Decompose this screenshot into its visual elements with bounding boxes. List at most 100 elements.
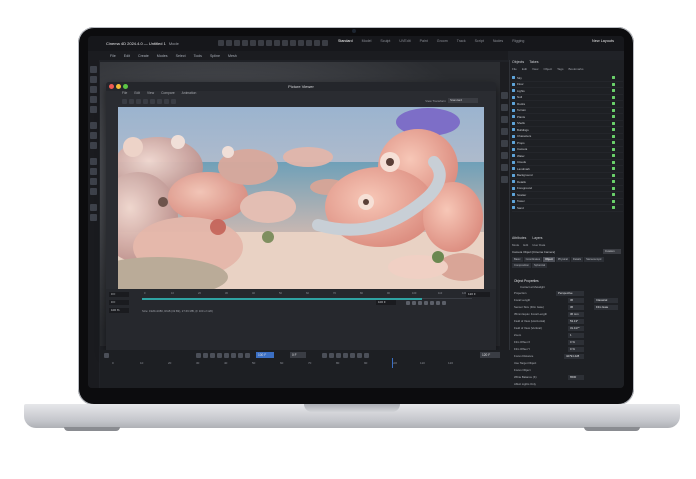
render-view-icon[interactable] xyxy=(290,40,296,46)
layout-tab-sculpt[interactable]: Sculpt xyxy=(380,39,390,43)
undo-icon[interactable] xyxy=(218,40,224,46)
end-frame-field[interactable]: 120 F xyxy=(480,352,500,358)
cube-icon[interactable] xyxy=(306,40,312,46)
cloner-icon[interactable] xyxy=(501,128,508,135)
brush-icon[interactable] xyxy=(90,168,97,175)
check-icon[interactable] xyxy=(612,167,615,171)
menu-select[interactable]: Select xyxy=(176,54,186,58)
spline-icon[interactable] xyxy=(314,40,320,46)
equiv-focal-field[interactable]: 36 mm xyxy=(568,312,584,317)
pv-play-icon[interactable] xyxy=(424,301,428,305)
menu-create[interactable]: Create xyxy=(138,54,149,58)
layout-tab-paint[interactable]: Paint xyxy=(420,39,428,43)
prev-key-icon[interactable] xyxy=(203,353,208,358)
scale-icon[interactable] xyxy=(242,40,248,46)
fov-v-field[interactable]: 31.417° xyxy=(568,326,584,331)
check-icon[interactable] xyxy=(612,199,615,203)
layout-tab-standard[interactable]: Standard xyxy=(338,39,353,43)
tab-objects[interactable]: Objects xyxy=(512,60,524,64)
check-icon[interactable] xyxy=(612,121,615,125)
subdivision-icon[interactable] xyxy=(501,116,508,123)
film-offset-y-field[interactable]: 0 % xyxy=(568,347,584,352)
position-key-icon[interactable] xyxy=(350,353,355,358)
obj-menu-bookmarks[interactable]: Bookmarks xyxy=(568,67,583,71)
deformer-icon[interactable] xyxy=(501,140,508,147)
obj-menu-object[interactable]: Object xyxy=(543,67,552,71)
obj-menu-edit[interactable]: Edit xyxy=(522,67,527,71)
axis-z-icon[interactable] xyxy=(274,40,280,46)
polygons-mode-icon[interactable] xyxy=(90,142,97,149)
next-frame-icon[interactable] xyxy=(231,353,236,358)
check-icon[interactable] xyxy=(612,154,615,158)
mode-button[interactable]: Mode xyxy=(169,41,179,46)
obj-menu-tags[interactable]: Tags xyxy=(557,67,563,71)
pv-save-icon[interactable] xyxy=(136,98,141,104)
pv-next-frame-icon[interactable] xyxy=(430,301,434,305)
check-icon[interactable] xyxy=(612,186,615,190)
redo-icon[interactable] xyxy=(226,40,232,46)
live-select-icon[interactable] xyxy=(90,76,97,83)
subtab-stereoscopic[interactable]: Stereoscopic xyxy=(584,257,604,262)
fov-h-field[interactable]: 53.13° xyxy=(568,319,584,324)
attr-menu-user-data[interactable]: User Data xyxy=(532,243,545,247)
pv-filter-icon[interactable] xyxy=(157,98,162,104)
render-icon[interactable] xyxy=(282,40,288,46)
axis-y-icon[interactable] xyxy=(266,40,272,46)
rotate-tool-icon[interactable] xyxy=(90,106,97,113)
obj-menu-view[interactable]: View xyxy=(532,67,538,71)
points-mode-icon[interactable] xyxy=(90,122,97,129)
scale-key-icon[interactable] xyxy=(364,353,369,358)
pv-current-frame-field[interactable]: 0 F xyxy=(109,300,129,305)
move-icon[interactable] xyxy=(234,40,240,46)
check-icon[interactable] xyxy=(612,206,615,210)
menu-spline[interactable]: Spline xyxy=(210,54,220,58)
subtab-object[interactable]: Object xyxy=(543,257,555,262)
move-tool-icon[interactable] xyxy=(90,86,97,93)
focal-length-field[interactable]: 36 xyxy=(568,298,584,303)
record-icon[interactable] xyxy=(104,353,109,358)
pv-end-frame-field[interactable]: 120 F xyxy=(466,292,490,297)
check-icon[interactable] xyxy=(612,128,615,132)
subtab-physical[interactable]: Physical xyxy=(555,257,570,262)
film-offset-x-field[interactable]: 0 % xyxy=(568,340,584,345)
light-icon[interactable] xyxy=(322,40,328,46)
render-settings-icon[interactable] xyxy=(298,40,304,46)
pv-first-frame-icon[interactable] xyxy=(406,301,410,305)
next-key-icon[interactable] xyxy=(238,353,243,358)
check-icon[interactable] xyxy=(612,180,615,184)
check-icon[interactable] xyxy=(612,134,615,138)
knife-icon[interactable] xyxy=(90,178,97,185)
autokey-icon[interactable] xyxy=(329,353,334,358)
subtab-composition[interactable]: Composition xyxy=(512,263,531,268)
projection-select[interactable]: Perspective xyxy=(556,291,584,296)
focus-distance-field[interactable]: 42794.428 xyxy=(564,354,584,359)
check-icon[interactable] xyxy=(612,193,615,197)
magnet-icon[interactable] xyxy=(90,188,97,195)
tab-takes[interactable]: Takes xyxy=(529,60,538,64)
play-icon[interactable] xyxy=(224,353,229,358)
layout-tab-track[interactable]: Track xyxy=(457,39,466,43)
pen-icon[interactable] xyxy=(501,104,508,111)
edges-mode-icon[interactable] xyxy=(90,132,97,139)
pv-last-frame-icon[interactable] xyxy=(436,301,440,305)
attr-menu-edit[interactable]: Edit xyxy=(523,243,528,247)
pv-loop-icon[interactable] xyxy=(442,301,446,305)
pv-info-icon[interactable] xyxy=(171,98,176,104)
sensor-size-field[interactable]: 36 xyxy=(568,305,584,310)
current-frame-field[interactable]: 100 F xyxy=(256,352,274,358)
menu-file[interactable]: File xyxy=(110,54,116,58)
menu-edit[interactable]: Edit xyxy=(124,54,130,58)
check-icon[interactable] xyxy=(612,173,615,177)
layout-tab-rigging[interactable]: Rigging xyxy=(512,39,524,43)
layout-tab-model[interactable]: Model xyxy=(362,39,372,43)
subtab-basic[interactable]: Basic xyxy=(512,257,523,262)
snap-icon[interactable] xyxy=(90,158,97,165)
pv-play-back-icon[interactable] xyxy=(418,301,422,305)
tab-attributes[interactable]: Attributes xyxy=(512,236,526,240)
layout-tab-groom[interactable]: Groom xyxy=(437,39,448,43)
check-icon[interactable] xyxy=(612,141,615,145)
keyframe-icon[interactable] xyxy=(322,353,327,358)
check-icon[interactable] xyxy=(612,108,615,112)
light-object-icon[interactable] xyxy=(501,176,508,183)
prev-frame-icon[interactable] xyxy=(210,353,215,358)
